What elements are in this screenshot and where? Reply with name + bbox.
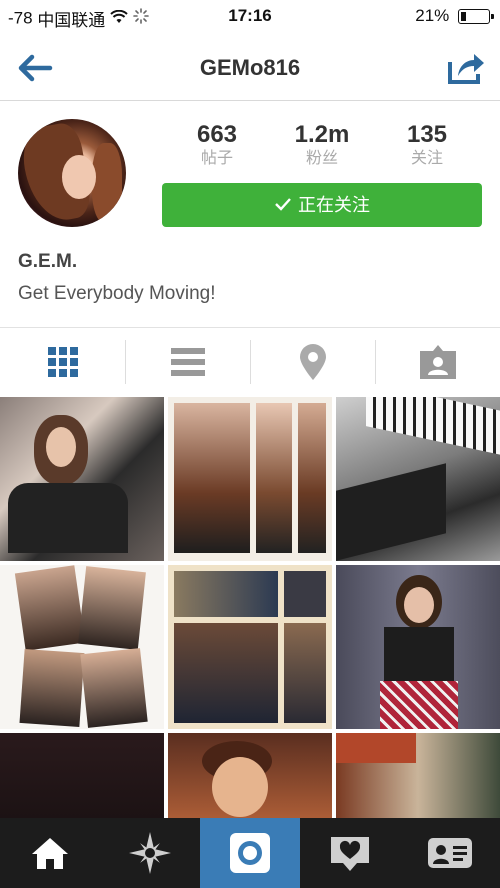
tab-profile[interactable] bbox=[400, 818, 500, 888]
list-view-icon bbox=[170, 348, 205, 376]
battery-icon bbox=[458, 9, 494, 25]
tagged-photos-icon bbox=[419, 345, 456, 379]
tab-camera[interactable] bbox=[200, 818, 300, 888]
profile-stats: 663 帖子 1.2m 粉丝 135 关注 bbox=[162, 121, 482, 171]
status-right: 21% bbox=[415, 6, 494, 26]
tab-grid-view[interactable] bbox=[0, 328, 125, 396]
following-button-label: 正在关注 bbox=[298, 195, 370, 215]
tab-tagged[interactable] bbox=[375, 328, 500, 396]
avatar[interactable] bbox=[18, 119, 126, 227]
checkmark-icon bbox=[274, 184, 292, 228]
photo-thumbnail[interactable] bbox=[336, 397, 500, 561]
tab-home[interactable] bbox=[0, 818, 100, 888]
posts-label: 帖子 bbox=[200, 150, 233, 167]
share-icon bbox=[448, 54, 484, 84]
status-bar: -78 中国联通 17:16 21% bbox=[0, 0, 500, 34]
page-title: GEMo816 bbox=[199, 55, 301, 80]
stat-posts[interactable]: 663 帖子 bbox=[167, 121, 267, 169]
photo-grid bbox=[0, 397, 500, 818]
photo-thumbnail[interactable] bbox=[168, 397, 332, 561]
photo-thumbnail[interactable] bbox=[0, 397, 164, 561]
posts-count: 663 bbox=[196, 121, 238, 148]
tab-list-view[interactable] bbox=[125, 328, 250, 396]
stat-following[interactable]: 135 关注 bbox=[377, 121, 477, 169]
tab-activity[interactable] bbox=[300, 818, 400, 888]
home-icon bbox=[32, 838, 68, 869]
location-pin-icon bbox=[299, 344, 326, 380]
profile-icon bbox=[428, 838, 472, 868]
photo-thumbnail[interactable] bbox=[0, 733, 164, 818]
following-count: 135 bbox=[406, 121, 448, 148]
stat-followers[interactable]: 1.2m 粉丝 bbox=[272, 121, 372, 169]
photo-thumbnail[interactable] bbox=[336, 733, 500, 818]
bio: Get Everybody Moving! bbox=[18, 283, 216, 304]
display-name: G.E.M. bbox=[18, 251, 78, 272]
photo-thumbnail[interactable] bbox=[336, 565, 500, 729]
followers-count: 1.2m bbox=[294, 121, 350, 148]
tab-location[interactable] bbox=[250, 328, 375, 396]
photo-thumbnail[interactable] bbox=[168, 733, 332, 818]
tab-explore[interactable] bbox=[100, 818, 200, 888]
battery-percent: 21% bbox=[415, 6, 450, 25]
grid-view-icon bbox=[47, 347, 78, 377]
photo-thumbnail[interactable] bbox=[168, 565, 332, 729]
view-tabs bbox=[0, 328, 500, 396]
camera-icon bbox=[230, 833, 270, 873]
share-button[interactable] bbox=[446, 48, 486, 86]
profile-header: 663 帖子 1.2m 粉丝 135 关注 正在关注 G.E.M. Get Ev… bbox=[0, 101, 500, 328]
nav-bar: GEMo816 bbox=[0, 34, 500, 101]
activity-heart-icon bbox=[331, 837, 369, 871]
photo-thumbnail[interactable] bbox=[0, 565, 164, 729]
followers-label: 粉丝 bbox=[305, 150, 338, 167]
following-label: 关注 bbox=[410, 150, 443, 167]
following-button[interactable]: 正在关注 bbox=[162, 183, 482, 227]
bottom-tab-bar bbox=[0, 818, 500, 888]
explore-icon bbox=[129, 832, 171, 874]
